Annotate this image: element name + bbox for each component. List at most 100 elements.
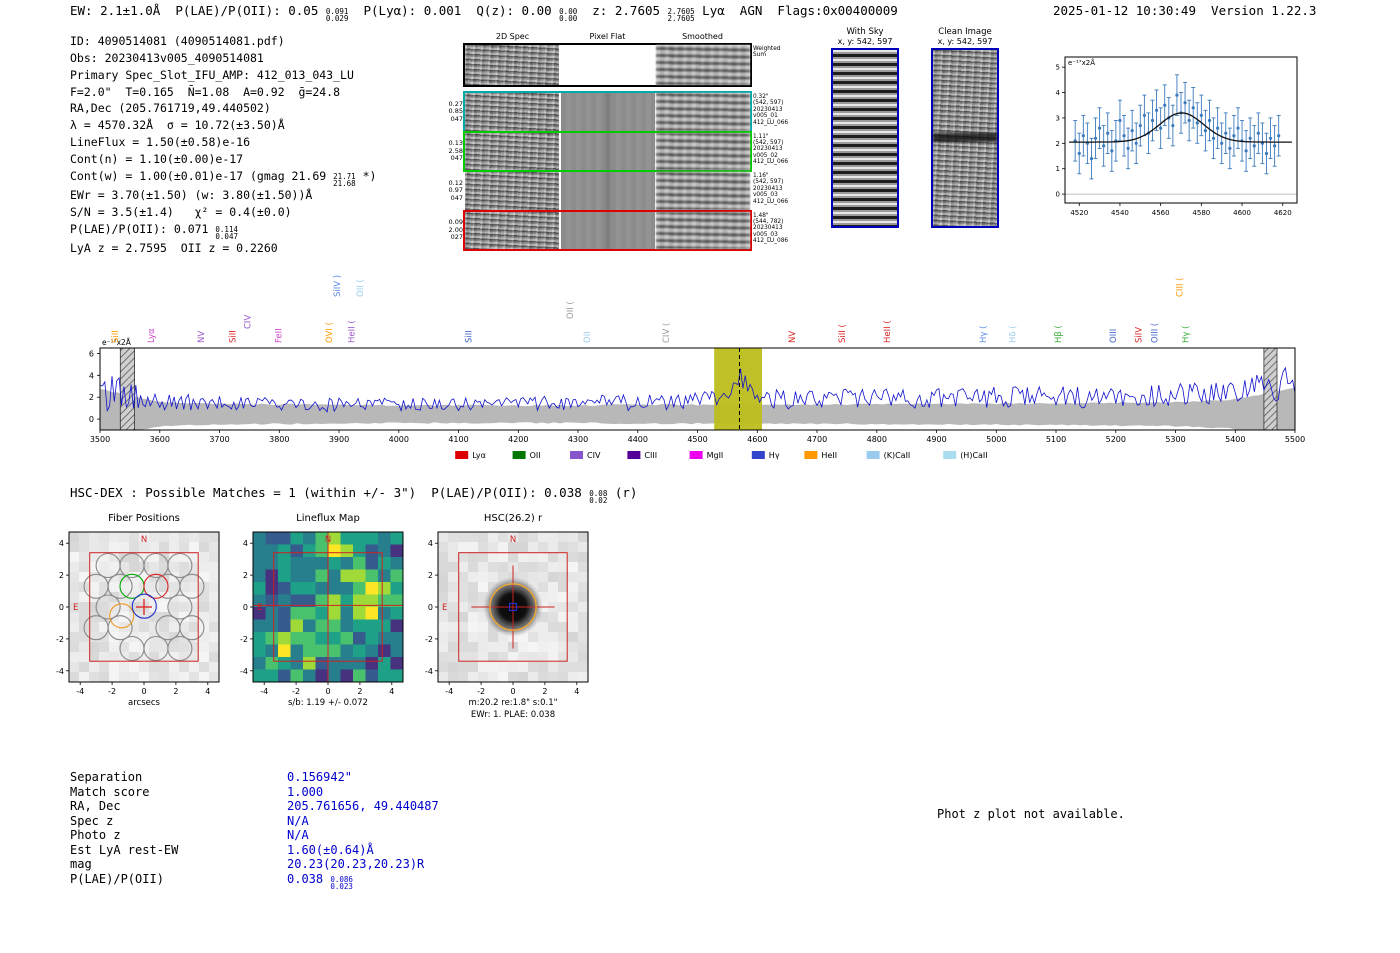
svg-text:5100: 5100 — [1046, 435, 1066, 444]
svg-text:-4: -4 — [445, 687, 453, 696]
table-row: P(LAE)/P(OII) 0.038 0.086 0.023 — [70, 871, 439, 892]
svg-text:-2: -2 — [292, 687, 300, 696]
north-label: N — [510, 535, 516, 545]
flux-point — [1077, 151, 1081, 156]
smoothed-image — [656, 211, 750, 249]
svg-text:5500: 5500 — [1285, 435, 1305, 444]
line-label: SiIV — [1134, 327, 1144, 343]
svg-text:0: 0 — [141, 687, 146, 696]
spec2d-row-info: 0.32" (542, 597) 20230413 v005_01 412_LU… — [753, 94, 789, 126]
masked-region — [1263, 347, 1278, 431]
svg-text:4200: 4200 — [508, 435, 528, 444]
line-label: NV — [788, 331, 798, 343]
legend-swatch — [943, 451, 957, 459]
legend-label: CIII — [644, 451, 657, 460]
legend-swatch — [570, 451, 583, 459]
table-row-value: 1.000 — [287, 784, 324, 799]
table-row-label: Match score — [70, 784, 150, 799]
info-line: EWr = 3.70(±1.50) (w: 3.80(±1.50))Å — [70, 188, 313, 203]
cutout-title: HSC(26.2) r — [484, 513, 543, 524]
flux-point — [1089, 157, 1094, 161]
svg-text:0: 0 — [428, 603, 433, 612]
cutout-xlabel: m:20.2 re:1.8" s:0.1" — [468, 698, 557, 708]
legend-label: OII — [530, 451, 541, 460]
svg-text:4: 4 — [59, 539, 64, 548]
svg-text:4500: 4500 — [687, 435, 707, 444]
svg-text:4100: 4100 — [448, 435, 468, 444]
table-row: Separation 0.156942" — [70, 770, 439, 785]
svg-text:5400: 5400 — [1225, 435, 1245, 444]
table-row-label: mag — [70, 857, 92, 872]
line-label: Hγ ( — [1182, 326, 1192, 343]
spec2d-row-info: 1.16" (542, 597) 20230413 v005_03 412_LU… — [753, 173, 789, 205]
noise-envelope — [100, 387, 1295, 430]
north-label: N — [325, 535, 331, 545]
flux-point — [1199, 113, 1203, 117]
flux-point — [1273, 144, 1277, 148]
flux-point — [1236, 126, 1240, 130]
table-row-value: 0.038 0.086 0.023 — [287, 871, 353, 892]
line-label: SiII — [111, 330, 121, 343]
flux-point — [1175, 93, 1179, 97]
legend-swatch — [866, 451, 880, 459]
north-label: N — [141, 535, 147, 545]
smoothed-image — [656, 172, 750, 210]
svg-text:2: 2 — [428, 571, 433, 580]
legend-swatch — [455, 451, 469, 459]
flux-point — [1252, 144, 1256, 148]
spec2d-row-info: 1.48" (544, 782) 20230413 v005_03 412_LU… — [753, 212, 789, 245]
table-row: Match score 1.000 — [70, 785, 439, 800]
flux-point — [1220, 141, 1224, 145]
clean-image-coords: x, y: 542, 597 — [937, 37, 993, 46]
stacked-uncertainty: 0.08 0.02 — [589, 489, 608, 506]
spec2d-row: Weighted Sum — [463, 43, 780, 87]
svg-text:-2: -2 — [56, 635, 64, 644]
pixelflat-image — [560, 132, 655, 170]
legend-label: HeII — [821, 451, 837, 460]
spec2d-col-header: 2D Spec — [495, 32, 530, 41]
svg-text:4580: 4580 — [1192, 209, 1210, 217]
line-label: CIII ( — [1176, 278, 1186, 297]
flux-point — [1207, 118, 1212, 123]
spec2d-image — [465, 45, 559, 85]
info-line: RA,Dec (205.761719,49.440502) — [70, 101, 271, 116]
stacked-uncertainty: 21.71 21.68 — [333, 171, 356, 188]
table-row-label: Photo z — [70, 828, 121, 843]
spec2d-row-stats: 0.27 0.85 047 — [448, 99, 463, 123]
svg-text:4: 4 — [205, 687, 210, 696]
table-row-value: 0.156942" — [287, 770, 353, 784]
svg-text:4000: 4000 — [389, 435, 409, 444]
flux-point — [1203, 129, 1208, 133]
spec2d-row-stats: 0.13 2.58 047 — [448, 139, 463, 162]
flux-point — [1122, 134, 1126, 138]
table-row-value: 20.23(20.23,20.23)R — [287, 857, 425, 872]
line-label: OII ( — [566, 301, 576, 319]
table-row-value: N/A — [287, 813, 309, 828]
svg-text:0: 0 — [510, 687, 515, 696]
table-row-value: 1.60(±0.64)Å — [287, 842, 374, 857]
east-label: E — [257, 603, 262, 613]
flux-point — [1224, 131, 1228, 135]
legend-label: MgII — [707, 451, 724, 460]
table-row-label: Est LyA rest-EW — [70, 842, 179, 857]
spec2d-row: 0.09 2.00 027 1.48" (544, 782) 20230413 v… — [449, 209, 788, 251]
svg-text:4800: 4800 — [867, 435, 887, 444]
flux-point — [1163, 103, 1167, 107]
info-line: F=2.0" T=0.165 N̄=1.08 A=0.92 ḡ=24.8 — [70, 84, 341, 99]
line-label: SiII — [465, 330, 475, 343]
clean-image-panel: Clean Image x, y: 542, 597 — [922, 27, 1008, 228]
info-line: LineFlux = 1.50(±0.58)e-16 — [70, 135, 251, 150]
fiber-positions-cutout: N E -4 -4 -2 -2 0 0 2 2 4 4 Fiber Positions arcsecs — [56, 513, 220, 708]
svg-text:2: 2 — [357, 687, 362, 696]
table-row-value: N/A — [287, 828, 309, 843]
stacked-uncertainty: 0.114 0.047 — [215, 224, 238, 242]
table-row-label: RA, Dec — [70, 799, 121, 814]
svg-text:3800: 3800 — [269, 435, 289, 444]
svg-text:3500: 3500 — [90, 435, 110, 444]
flux-point — [1142, 113, 1146, 117]
flux-point — [1097, 126, 1102, 130]
clean-image — [931, 48, 999, 228]
legend-label: Hγ — [769, 451, 780, 460]
svg-text:5200: 5200 — [1106, 435, 1126, 444]
svg-text:4: 4 — [89, 371, 94, 380]
